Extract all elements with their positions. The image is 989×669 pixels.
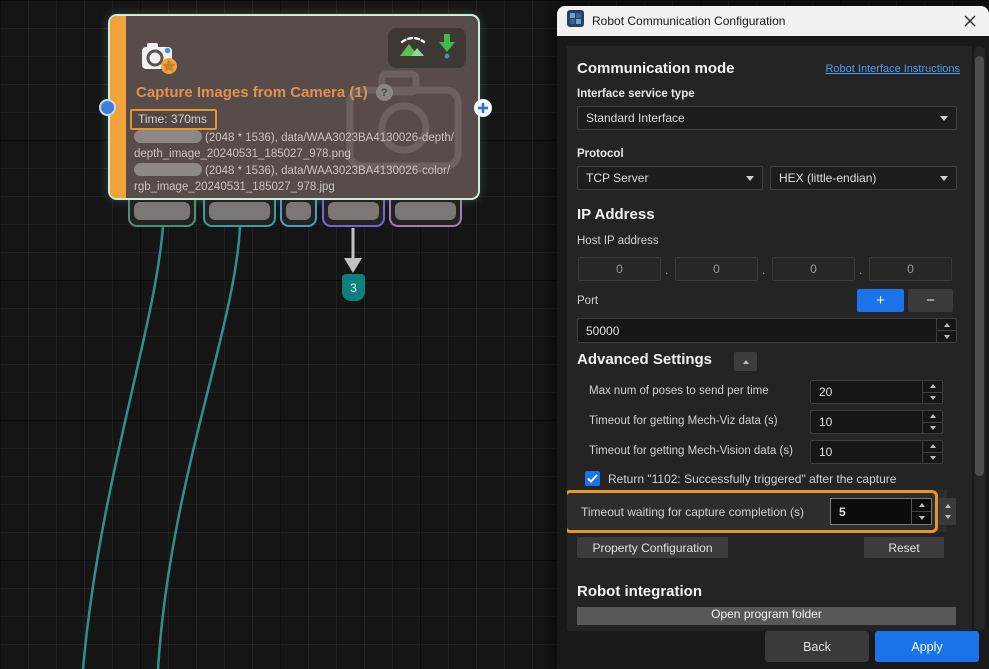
node-action-icons (388, 28, 466, 68)
mech-vision-timeout-label: Timeout for getting Mech-Vision data (s) (589, 445, 793, 457)
open-program-folder-button[interactable]: Open program folder (577, 607, 956, 625)
ip-separator: . (762, 263, 765, 277)
ip-separator: . (859, 263, 862, 277)
dialog-title: Robot Communication Configuration (592, 14, 953, 28)
port-input[interactable]: 50000 (577, 318, 957, 343)
close-icon[interactable] (961, 12, 979, 30)
max-poses-label: Max num of poses to send per time (589, 385, 769, 397)
add-port-button[interactable] (474, 99, 492, 117)
robot-communication-dialog: Robot Communication Configuration Commun… (557, 6, 989, 669)
save-output-icon[interactable] (438, 32, 456, 65)
output-port-1[interactable] (128, 200, 196, 227)
redacted-text-pill (134, 163, 202, 176)
return-1102-checkbox[interactable] (585, 471, 600, 486)
chevron-up-icon (743, 360, 749, 364)
dialog-titlebar[interactable]: Robot Communication Configuration (557, 6, 989, 36)
output-port-4[interactable] (322, 200, 385, 227)
ip-octet-1-input[interactable]: 0 (578, 257, 661, 281)
spin-up-icon[interactable] (923, 411, 942, 422)
ip-octet-4-input[interactable]: 0 (869, 257, 952, 281)
ip-address-heading: IP Address (577, 206, 655, 223)
ip-separator: . (665, 263, 668, 277)
execution-time-badge: Time: 370ms (130, 109, 217, 130)
scrollbar-thumb[interactable] (975, 56, 984, 476)
plus-icon (477, 102, 489, 114)
add-port-row-button[interactable]: + (857, 289, 904, 312)
advanced-settings-heading: Advanced Settings (577, 351, 712, 368)
format-select[interactable]: HEX (little-endian) (770, 166, 957, 190)
spin-down-icon[interactable] (923, 452, 942, 464)
ip-octet-2-input[interactable]: 0 (675, 257, 758, 281)
output-port-5[interactable] (389, 200, 462, 227)
interface-service-type-select[interactable]: Standard Interface (577, 106, 957, 130)
dialog-scrollbar[interactable] (974, 46, 985, 631)
ip-octet-3-input[interactable]: 0 (772, 257, 855, 281)
spin-up-icon[interactable] (923, 381, 942, 392)
node-input-port[interactable] (99, 99, 116, 116)
reset-button[interactable]: Reset (864, 537, 944, 558)
spin-down-icon[interactable] (937, 330, 956, 342)
interface-service-type-label: Interface service type (577, 88, 695, 100)
protocol-select[interactable]: TCP Server (577, 166, 763, 190)
spinner-fragment[interactable] (939, 498, 956, 525)
chevron-down-icon (746, 176, 754, 181)
host-ip-label: Host IP address (577, 235, 659, 247)
mech-vision-timeout-input[interactable]: 10 (810, 440, 943, 464)
port-label: Port (577, 295, 598, 307)
app-icon (567, 10, 584, 32)
spin-down-icon[interactable] (923, 422, 942, 434)
node-title: Capture Images from Camera (1) (136, 84, 368, 101)
property-configuration-button[interactable]: Property Configuration (577, 537, 728, 558)
chevron-down-icon (940, 116, 948, 121)
spin-down-icon[interactable] (923, 392, 942, 404)
screen: Capture Images from Camera (1) ? Time: 3… (0, 0, 989, 669)
max-poses-input[interactable]: 20 (810, 380, 943, 404)
flow-count-badge: 3 (342, 274, 365, 301)
highlight-callout-box (567, 490, 938, 533)
robot-interface-instructions-link[interactable]: Robot Interface Instructions (825, 63, 960, 75)
output-port-3[interactable] (280, 200, 317, 227)
robot-integration-heading: Robot integration (577, 583, 702, 600)
mech-viz-timeout-label: Timeout for getting Mech-Viz data (s) (589, 415, 778, 427)
mech-viz-timeout-input[interactable]: 10 (810, 410, 943, 434)
protocol-label: Protocol (577, 148, 624, 160)
node-output-info: (2048 * 1536), data/WAA3023BA4130026-dep… (134, 130, 476, 196)
apply-button[interactable]: Apply (875, 631, 979, 662)
return-1102-label: Return "1102: Successfully triggered" af… (608, 472, 896, 486)
chevron-down-icon (940, 176, 948, 181)
check-icon (587, 474, 598, 483)
camera-icon (140, 38, 180, 81)
visualization-icon[interactable] (398, 33, 428, 64)
back-button[interactable]: Back (765, 631, 869, 662)
capture-images-node[interactable]: Capture Images from Camera (1) ? Time: 3… (108, 14, 480, 200)
help-icon[interactable]: ? (376, 84, 393, 101)
spin-up-icon[interactable] (923, 441, 942, 452)
spin-up-icon[interactable] (937, 319, 956, 330)
collapse-advanced-button[interactable] (734, 352, 757, 371)
output-port-2[interactable] (203, 200, 276, 227)
dialog-content-panel: Communication mode Robot Interface Instr… (567, 46, 972, 631)
communication-mode-heading: Communication mode (577, 60, 735, 77)
remove-port-row-button[interactable]: − (908, 289, 953, 312)
redacted-text-pill (134, 130, 202, 143)
